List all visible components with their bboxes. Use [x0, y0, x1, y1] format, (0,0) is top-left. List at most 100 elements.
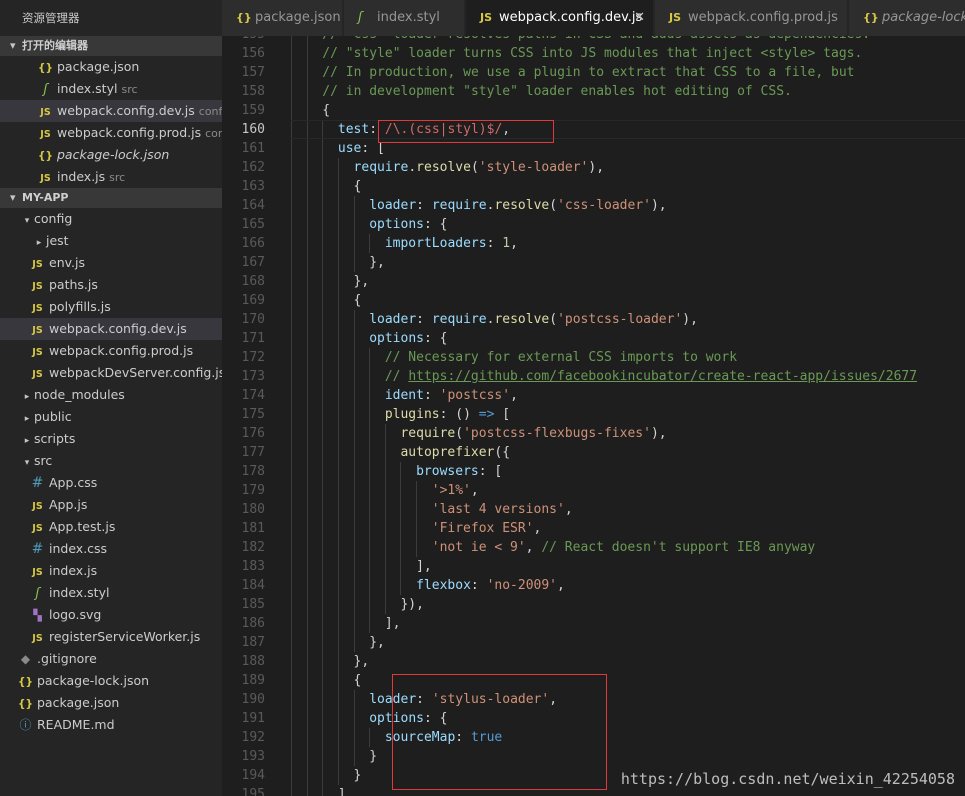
js-file-icon: JS [32, 523, 43, 534]
tree-item[interactable]: ▸ jest [0, 230, 222, 252]
code-token: : [416, 198, 432, 213]
code-token: https://github.com/facebookincubator/cre… [408, 369, 918, 384]
stylus-file-icon: ʃ [358, 10, 363, 25]
close-icon[interactable]: ✕ [634, 0, 645, 36]
line-number: 184 [241, 578, 265, 593]
tree-item[interactable]: JS App.js [0, 494, 222, 516]
code-token: plugins [384, 407, 440, 422]
open-editor-item[interactable]: {} package-lock.json [0, 144, 222, 166]
chevron-down-icon: ▾ [24, 458, 30, 468]
code-token: { [353, 673, 362, 688]
file-name: package-lock.json [37, 673, 150, 688]
open-editor-item[interactable]: ʃ index.styl src [0, 78, 222, 100]
file-name: logo.svg [49, 607, 102, 622]
code-line: }, [369, 253, 385, 272]
line-number: 155 [222, 36, 265, 44]
open-editors-header[interactable]: ▾ 打开的编辑器 [0, 36, 222, 56]
tab-webpack-config-dev-js[interactable]: JS webpack.config.dev.js ✕ [466, 0, 654, 36]
json-file-icon: {} [38, 150, 53, 162]
open-editor-item[interactable]: JS index.js src [0, 166, 222, 188]
code-token: use [337, 141, 362, 156]
js-file-icon: JS [32, 347, 43, 358]
code-line: // "css" loader resolves paths in CSS an… [322, 36, 870, 44]
tab-index-styl[interactable]: ʃ index.styl [344, 0, 465, 36]
open-editor-item[interactable]: {} package.json [0, 56, 222, 78]
json-file-icon: {} [18, 698, 33, 710]
tree-item[interactable]: JS webpackDevServer.config.js [0, 362, 222, 384]
tree-item[interactable]: ▾ src [0, 450, 222, 472]
tree-item[interactable]: JS paths.js [0, 274, 222, 296]
indent-guide [291, 36, 292, 796]
tree-item[interactable]: JS webpack.config.dev.js [0, 318, 222, 340]
js-file-icon: JS [32, 567, 43, 578]
open-editor-desc: src [121, 83, 138, 96]
project-header[interactable]: ▾ MY-APP [0, 188, 222, 208]
code-token: require [400, 426, 456, 441]
tree-item[interactable]: ⓘ README.md [0, 714, 222, 736]
code-token: importLoaders [384, 236, 487, 251]
line-number: 187 [241, 635, 265, 650]
js-file-icon: JS [32, 369, 43, 380]
tab-label: package-lock [882, 10, 965, 25]
tree-item[interactable]: JS env.js [0, 252, 222, 274]
code-line: options: { [369, 215, 447, 234]
tab-label: webpack.config.prod.js [688, 10, 838, 25]
code-line: }), [400, 595, 423, 614]
tree-item[interactable]: ▸ public [0, 406, 222, 428]
code-line: ], [416, 557, 432, 576]
open-editor-desc: src [109, 171, 126, 184]
js-file-icon: JS [32, 501, 43, 512]
line-number: 191 [241, 711, 265, 726]
tree-item[interactable]: ◆ .gitignore [0, 648, 222, 670]
code-token: // Necessary for external CSS imports to… [384, 350, 738, 365]
code-line: } [354, 766, 362, 785]
code-token: 1 [502, 236, 511, 251]
line-number: 159 [241, 103, 265, 118]
tree-item[interactable]: {} package.json [0, 692, 222, 714]
tree-item[interactable]: JS index.js [0, 560, 222, 582]
tree-item[interactable]: JS webpack.config.prod.js [0, 340, 222, 362]
code-token: // In production, we use a plugin to ext… [322, 65, 855, 80]
code-line: require.resolve('style-loader'), [354, 158, 604, 177]
tree-item[interactable]: JS App.test.js [0, 516, 222, 538]
tab-webpack-config-prod-js[interactable]: JS webpack.config.prod.js [655, 0, 848, 36]
code-token: 'css-loader' [557, 198, 651, 213]
open-editor-item[interactable]: JS webpack.config.dev.jsconfig [0, 100, 222, 122]
tree-item[interactable]: ▚ logo.svg [0, 604, 222, 626]
tree-item[interactable]: {} package-lock.json [0, 670, 222, 692]
code-token: : { [423, 331, 448, 346]
tab-package-lock[interactable]: {} package-lock [849, 0, 965, 36]
tree-item[interactable]: JS registerServiceWorker.js [0, 626, 222, 648]
css-file-icon: # [31, 475, 44, 491]
json-file-icon: {} [18, 676, 33, 688]
code-line: }, [354, 652, 370, 671]
json-file-icon: {} [863, 11, 879, 24]
code-editor[interactable]: 155 // "css" loader resolves paths in CSS… [222, 36, 965, 796]
open-editor-item[interactable]: JS webpack.config.prod.jscon... [0, 122, 222, 144]
code-line: ], [385, 614, 401, 633]
tree-item[interactable]: # App.css [0, 472, 222, 494]
git-file-icon: ◆ [20, 652, 31, 666]
folder-name: public [34, 409, 72, 424]
tree-item[interactable]: # index.css [0, 538, 222, 560]
tree-item[interactable]: ▸ node_modules [0, 384, 222, 406]
code-token: , [533, 521, 542, 536]
tab-package-json[interactable]: {} package.json [222, 0, 343, 36]
tab-label: package.json [255, 10, 341, 25]
tree-item[interactable]: ʃ index.styl [0, 582, 222, 604]
tree-item[interactable]: JS polyfills.js [0, 296, 222, 318]
code-token: ), [650, 426, 667, 441]
code-token: 'not ie < 9' [431, 540, 526, 555]
open-editor-desc: config [198, 105, 222, 118]
indent-guide [400, 462, 402, 595]
file-name: App.js [49, 497, 88, 512]
tree-item[interactable]: ▸ scripts [0, 428, 222, 450]
code-token: require [431, 312, 487, 327]
indent-guide [322, 120, 324, 796]
code-token: 'postcss-flexbugs-fixes' [463, 426, 651, 441]
tree-item[interactable]: ▾ config [0, 208, 222, 230]
open-editor-name: webpack.config.prod.js [57, 125, 202, 140]
indent-guide [337, 158, 339, 785]
open-editor-name: package.json [57, 59, 140, 74]
line-number: 173 [241, 369, 265, 384]
